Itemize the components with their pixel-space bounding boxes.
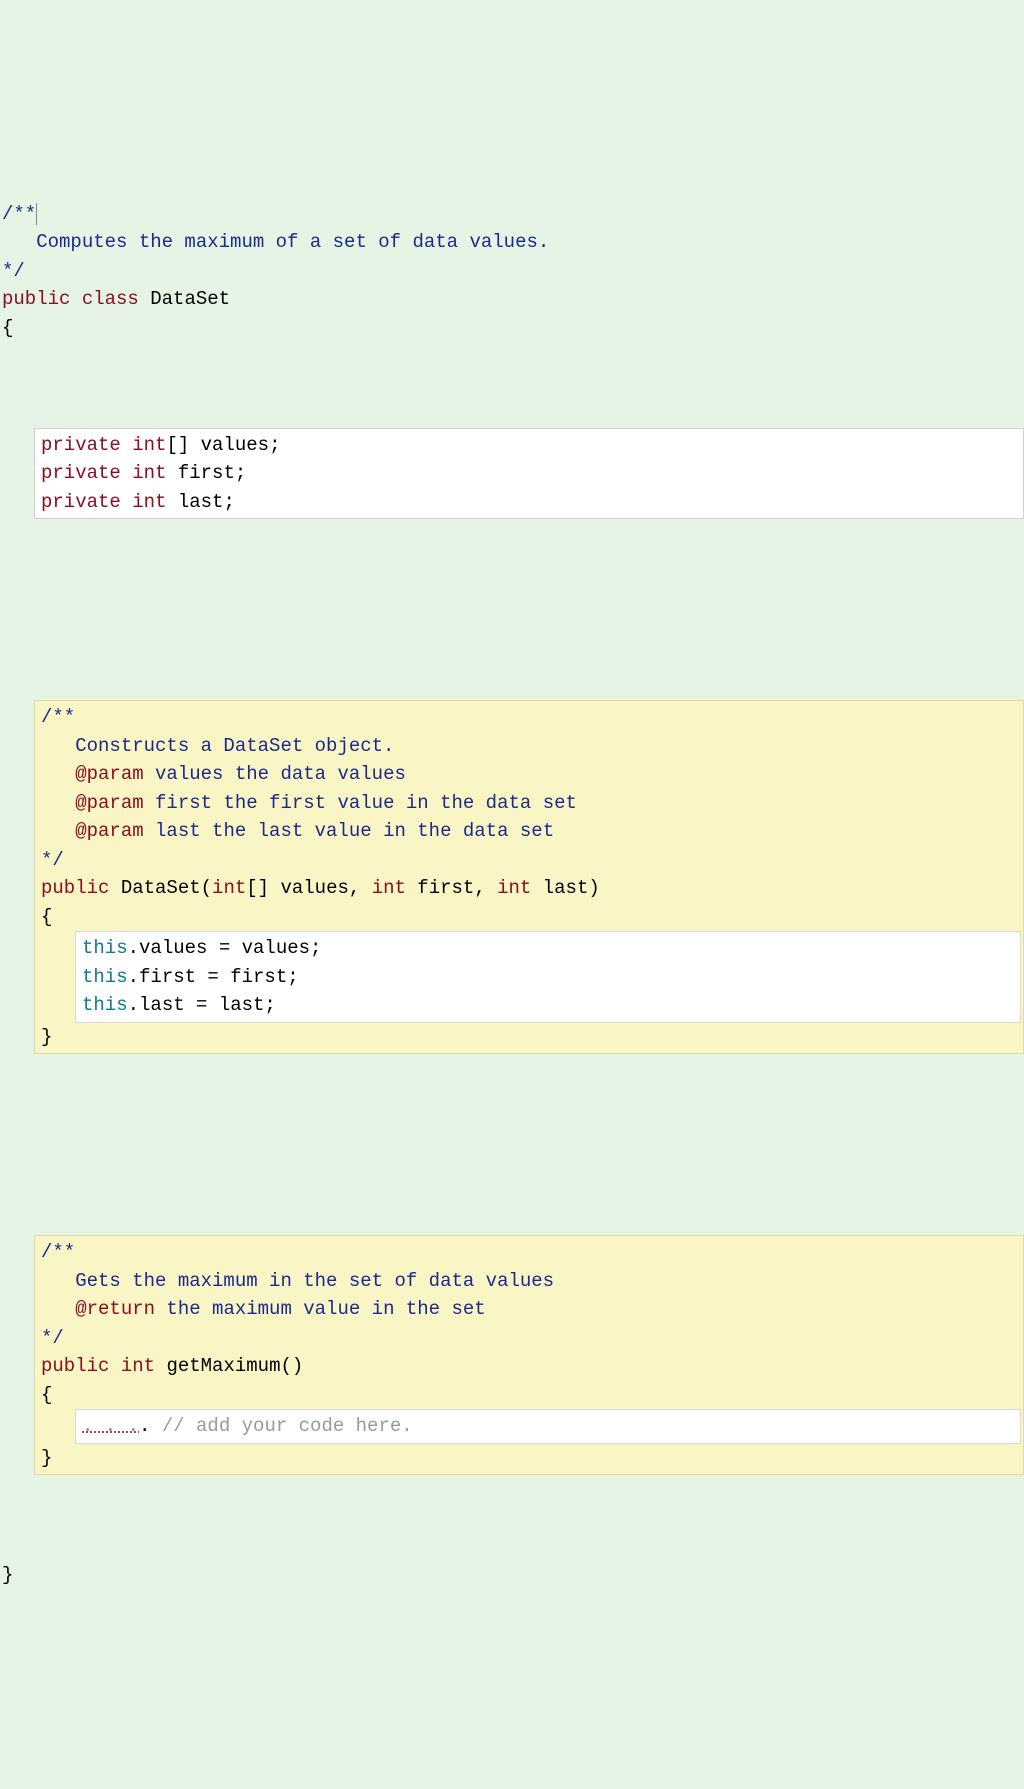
fields-block: private int[] values; private int first;… [34, 428, 1024, 520]
javadoc-open: /** [2, 203, 36, 225]
brace-close: } [41, 1447, 52, 1469]
keyword-private: private [41, 462, 121, 484]
placeholder-sep: . [139, 1415, 162, 1437]
brace-open: { [2, 317, 13, 339]
spacer [0, 1140, 1024, 1150]
keyword-private: private [41, 491, 121, 513]
brace-open: { [41, 906, 52, 928]
keyword-public: public [41, 877, 109, 899]
javadoc-close: */ [41, 849, 64, 871]
assignment: .first = first; [128, 966, 299, 988]
keyword-class: class [82, 288, 139, 310]
brace-open: { [41, 1384, 52, 1406]
assignment: .last = last; [128, 994, 276, 1016]
method-name: getMaximum() [155, 1355, 303, 1377]
code-placeholder-comment: // add your code here. [162, 1415, 413, 1437]
javadoc-tag-param: @param [41, 820, 144, 842]
javadoc-tag-param: @param [41, 792, 144, 814]
code-editor: /** Computes the maximum of a set of dat… [0, 114, 1024, 1646]
keyword-public: public [2, 288, 70, 310]
javadoc-close: */ [41, 1327, 64, 1349]
constructor-block: /** Constructs a DataSet object. @param … [34, 700, 1024, 1054]
constructor-name: DataSet( [109, 877, 212, 899]
javadoc-line: Gets the maximum in the set of data valu… [41, 1270, 554, 1292]
javadoc-tag-return: @return [41, 1298, 155, 1320]
field-decl: last; [166, 491, 234, 513]
keyword-this: this [82, 966, 128, 988]
file-header-comment: /** Computes the maximum of a set of dat… [0, 200, 1024, 343]
param: first, [406, 877, 497, 899]
javadoc-line: Constructs a DataSet object. [41, 735, 394, 757]
spacer [0, 605, 1024, 615]
keyword-int: int [497, 877, 531, 899]
javadoc-text: the maximum value in the set [155, 1298, 486, 1320]
javadoc-tag-param: @param [41, 763, 144, 785]
keyword-int: int [372, 877, 406, 899]
javadoc-open: /** [41, 706, 75, 728]
field-decl: first; [166, 462, 246, 484]
javadoc-open: /** [41, 1241, 75, 1263]
getmaximum-block: /** Gets the maximum in the set of data … [34, 1235, 1024, 1475]
getmaximum-body[interactable]: . . .. // add your code here. [75, 1409, 1021, 1444]
brace-close: } [41, 1026, 52, 1048]
constructor-body: this.values = values; this.first = first… [75, 931, 1021, 1023]
code-placeholder-dots[interactable]: . . . [82, 1415, 139, 1437]
keyword-public: public [41, 1355, 109, 1377]
javadoc-text: first the first value in the data set [144, 792, 577, 814]
assignment: .values = values; [128, 937, 322, 959]
keyword-int: int [132, 462, 166, 484]
param: [] values, [246, 877, 371, 899]
field-decl: [] values; [166, 434, 280, 456]
javadoc-line: Computes the maximum of a set of data va… [2, 231, 549, 253]
keyword-this: this [82, 937, 128, 959]
javadoc-text: last the last value in the data set [144, 820, 554, 842]
keyword-int: int [121, 1355, 155, 1377]
param: last) [531, 877, 599, 899]
keyword-int: int [132, 434, 166, 456]
brace-close: } [2, 1564, 13, 1586]
keyword-private: private [41, 434, 121, 456]
keyword-int: int [212, 877, 246, 899]
keyword-this: this [82, 994, 128, 1016]
javadoc-close: */ [2, 260, 25, 282]
class-name: DataSet [150, 288, 230, 310]
keyword-int: int [132, 491, 166, 513]
javadoc-text: values the data values [144, 763, 406, 785]
class-close: } [0, 1561, 1024, 1590]
